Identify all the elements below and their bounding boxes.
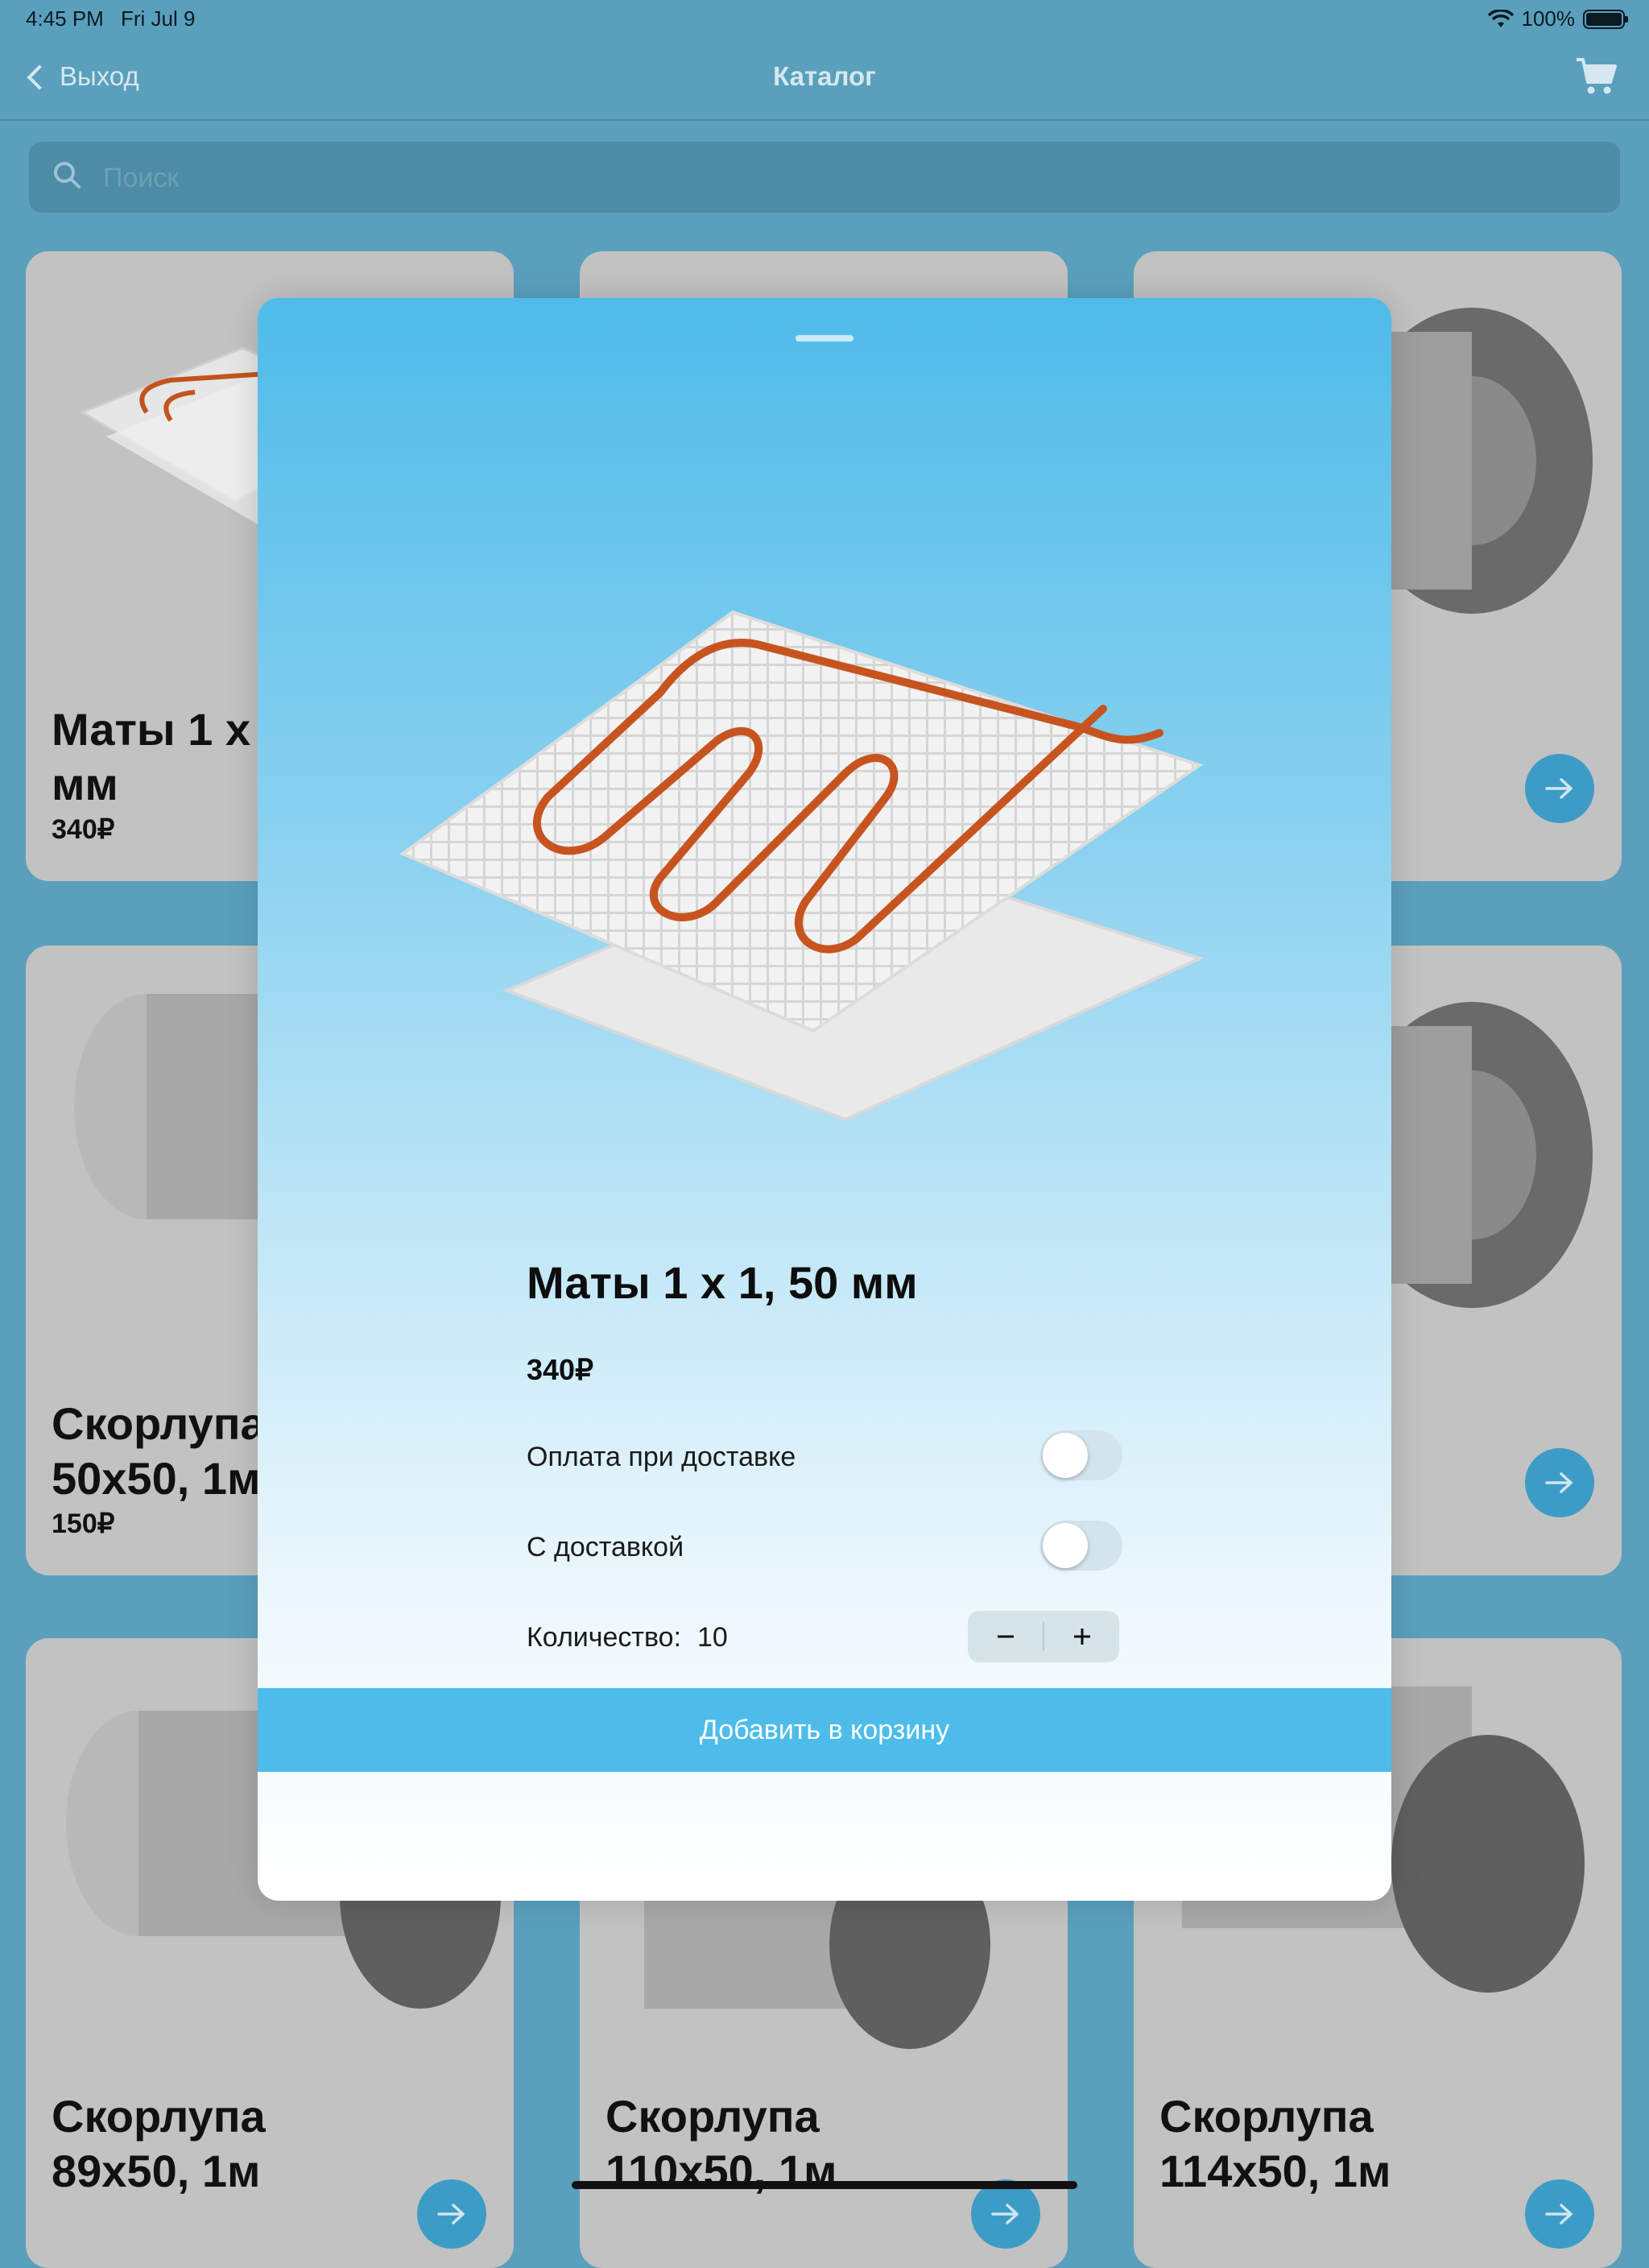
minus-icon (997, 1635, 1014, 1638)
home-indicator[interactable] (572, 2181, 1077, 2189)
card-price: 340₽ (52, 814, 115, 845)
page-title: Каталог (773, 61, 876, 91)
card-title-line2: 89x50, 1м (52, 2146, 261, 2196)
search-input[interactable] (101, 142, 1554, 214)
card-title-line2: мм (52, 759, 118, 809)
open-product-button[interactable] (971, 2179, 1040, 2249)
card-title: Скорлупа (52, 1398, 266, 1449)
open-product-button[interactable] (1525, 1448, 1594, 1517)
open-product-button[interactable] (1525, 754, 1594, 823)
increment-button[interactable] (1044, 1611, 1119, 1662)
quantity-value: 10 (697, 1622, 728, 1653)
quantity-stepper (968, 1611, 1119, 1662)
arrow-right-icon (1545, 2204, 1573, 2225)
delivery-row: С доставкой (527, 1521, 1122, 1572)
arrow-right-icon (1545, 1472, 1573, 1493)
status-date: Fri Jul 9 (121, 6, 196, 31)
product-price: 340₽ (527, 1353, 593, 1386)
status-right: 100% (1487, 6, 1628, 31)
sheet-grabber[interactable] (796, 335, 853, 341)
card-title: Маты 1 х (52, 704, 251, 755)
arrow-right-icon (1545, 778, 1573, 799)
toggle-knob (1043, 1523, 1088, 1568)
product-sheet: Маты 1 х 1, 50 мм 340₽ Оплата при достав… (258, 298, 1391, 1901)
card-title-line2: 110x50, 1м (605, 2146, 837, 2196)
open-product-button[interactable] (1525, 2179, 1594, 2249)
open-product-button[interactable] (417, 2179, 486, 2249)
battery-icon (1583, 9, 1628, 29)
product-image (399, 610, 1205, 1122)
card-title: Скорлупа (1159, 2091, 1374, 2142)
cart-icon[interactable] (1575, 56, 1618, 97)
product-title: Маты 1 х 1, 50 мм (527, 1257, 918, 1308)
plus-icon (1073, 1629, 1090, 1645)
cash-on-delivery-label: Оплата при доставке (527, 1442, 796, 1472)
add-to-cart-button[interactable]: Добавить в корзину (258, 1688, 1391, 1772)
search-bar (29, 142, 1620, 214)
quantity-row: Количество: 10 (527, 1611, 1122, 1662)
navigation-bar: Выход Каталог (0, 37, 1649, 121)
card-title-line2: 50x50, 1м (52, 1453, 261, 1504)
cash-on-delivery-row: Оплата при доставке (527, 1430, 1122, 1482)
card-title: Скорлупа (605, 2091, 820, 2142)
delivery-toggle[interactable] (1040, 1521, 1122, 1571)
wifi-icon (1487, 9, 1514, 27)
quantity-label: Количество: (527, 1622, 682, 1653)
card-title-line2: 114x50, 1м (1159, 2146, 1391, 2196)
delivery-label: С доставкой (527, 1532, 684, 1562)
card-price: 150₽ (52, 1509, 115, 1539)
status-bar: 4:45 PM Fri Jul 9 100% (0, 0, 1649, 37)
status-time: 4:45 PM (26, 6, 104, 31)
cash-on-delivery-toggle[interactable] (1040, 1430, 1122, 1480)
battery-percent: 100% (1521, 6, 1576, 31)
arrow-right-icon (437, 2204, 465, 2225)
arrow-right-icon (991, 2204, 1019, 2225)
toggle-knob (1043, 1433, 1088, 1478)
search-icon (54, 162, 81, 188)
decrement-button[interactable] (968, 1611, 1043, 1662)
card-title: Скорлупа (52, 2091, 266, 2142)
